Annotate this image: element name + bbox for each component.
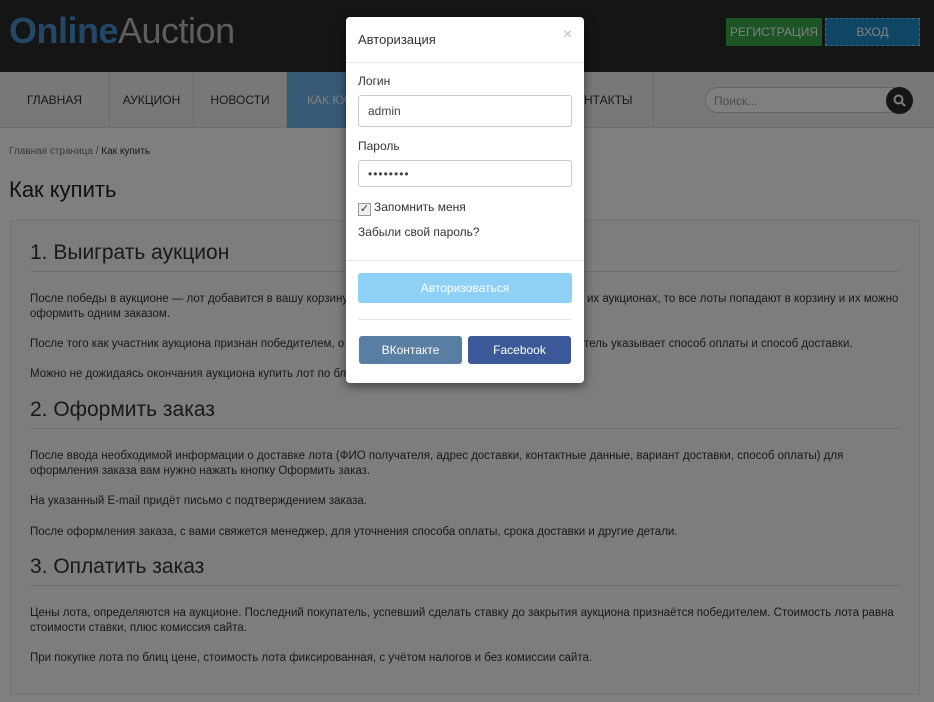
- forgot-password-link[interactable]: Забыли свой пароль?: [358, 225, 480, 239]
- submit-button[interactable]: Авторизоваться: [358, 273, 572, 303]
- divider: [346, 260, 584, 261]
- login-input[interactable]: admin: [358, 95, 572, 127]
- remember-checkbox[interactable]: ✓: [358, 203, 371, 216]
- close-icon[interactable]: ×: [563, 26, 572, 44]
- facebook-login-button[interactable]: Facebook: [468, 336, 571, 364]
- login-label: Логин: [358, 74, 391, 88]
- remember-label[interactable]: Запомнить меня: [374, 200, 466, 214]
- vk-login-button[interactable]: ВКонтакте: [359, 336, 462, 364]
- divider: [358, 319, 572, 320]
- password-input[interactable]: ••••••••: [358, 160, 572, 187]
- modal-title: Авторизация: [358, 32, 436, 47]
- divider: [346, 62, 584, 63]
- login-modal: Авторизация × Логин admin Пароль •••••••…: [346, 17, 584, 383]
- password-label: Пароль: [358, 139, 400, 153]
